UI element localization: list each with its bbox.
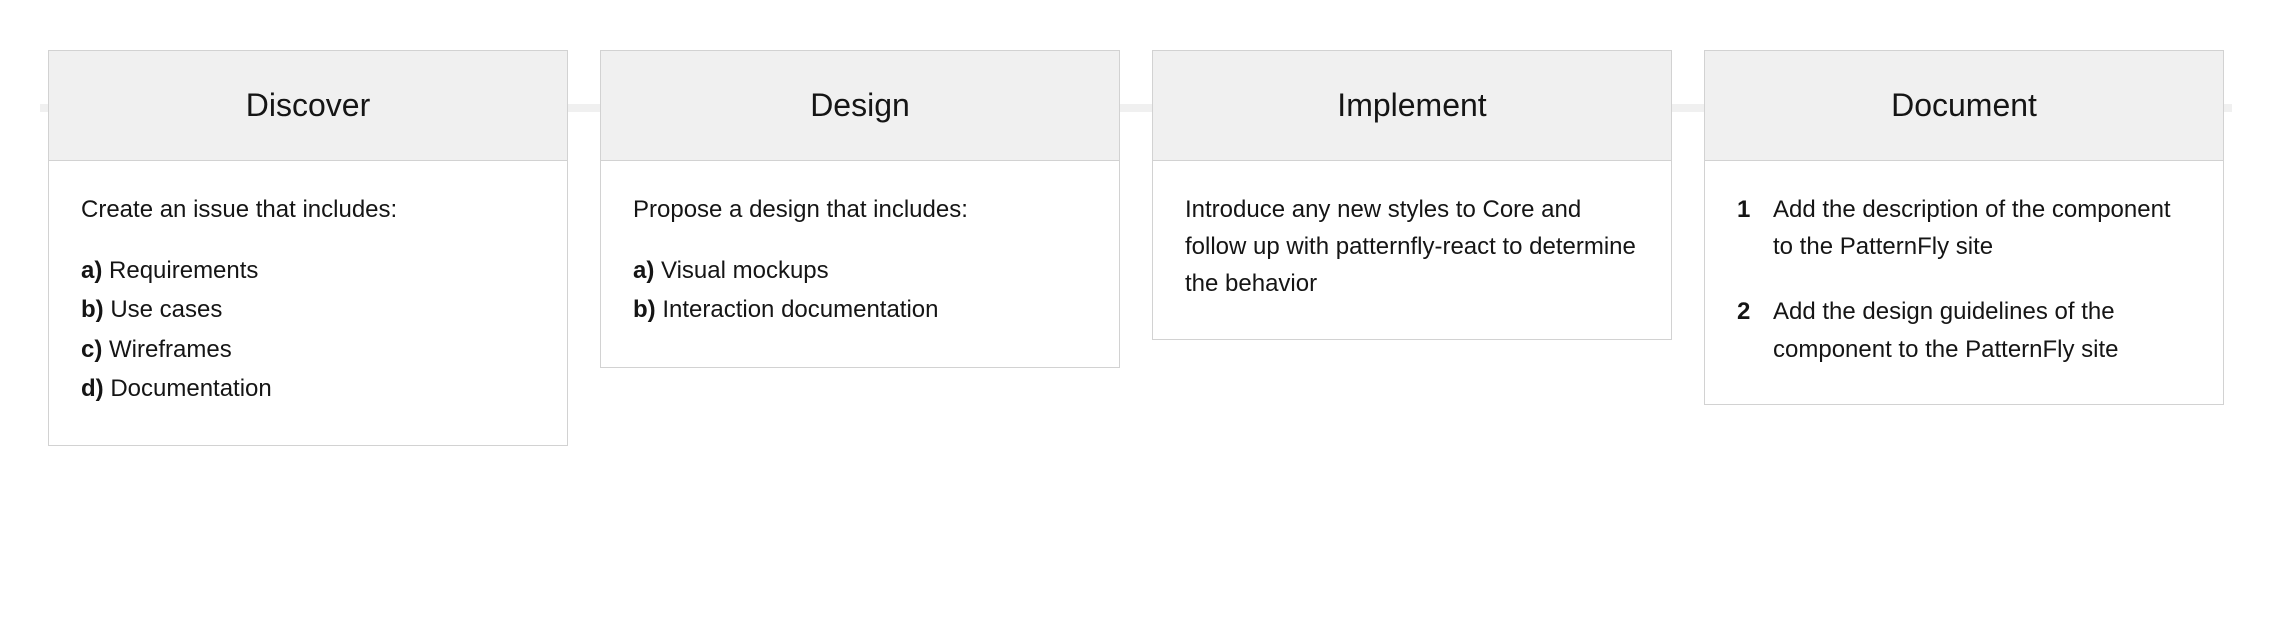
connector [568,104,600,112]
item-text: Wireframes [109,336,232,363]
step-title: Design [601,51,1119,161]
item-marker: a) [633,257,654,284]
step-item: a) Requirements [81,252,535,289]
step-item: c) Wireframes [81,331,535,368]
step-item-list: a) Requirements b) Use cases c) Wirefram… [81,252,535,407]
item-number: 1 [1737,191,1751,265]
step-card-implement: Implement Introduce any new styles to Co… [1152,50,1672,340]
step-item: b) Interaction documentation [633,291,1087,328]
item-text: Visual mockups [661,257,829,284]
step-row: Discover Create an issue that includes: … [40,50,2250,446]
numbered-list: 1 Add the description of the component t… [1737,191,2191,368]
step-title: Implement [1153,51,1671,161]
item-marker: b) [81,296,104,323]
step-body: Create an issue that includes: a) Requir… [49,161,567,445]
item-text: Add the description of the component to … [1773,191,2191,265]
step-item: b) Use cases [81,291,535,328]
step-item-list: a) Visual mockups b) Interaction documen… [633,252,1087,328]
item-text: Add the design guidelines of the compone… [1773,293,2191,367]
step-lead: Create an issue that includes: [81,191,535,228]
item-text: Use cases [110,296,222,323]
step-body: Introduce any new styles to Core and fol… [1153,161,1671,339]
step-card-document: Document 1 Add the description of the co… [1704,50,2224,405]
step-item: d) Documentation [81,370,535,407]
connector [1120,104,1152,112]
item-text: Interaction documentation [662,296,938,323]
process-diagram: Discover Create an issue that includes: … [0,0,2290,638]
item-text: Documentation [110,375,271,402]
connector-end [2224,104,2232,112]
step-card-discover: Discover Create an issue that includes: … [48,50,568,446]
connector-start [40,104,48,112]
step-title: Discover [49,51,567,161]
numbered-item: 1 Add the description of the component t… [1737,191,2191,265]
step-body: Propose a design that includes: a) Visua… [601,161,1119,367]
connector [1672,104,1704,112]
step-body: 1 Add the description of the component t… [1705,161,2223,404]
step-item: a) Visual mockups [633,252,1087,289]
item-marker: d) [81,375,104,402]
step-card-design: Design Propose a design that includes: a… [600,50,1120,368]
item-marker: c) [81,336,102,363]
item-marker: a) [81,257,102,284]
item-marker: b) [633,296,656,323]
step-title: Document [1705,51,2223,161]
step-paragraph: Introduce any new styles to Core and fol… [1185,191,1639,303]
numbered-item: 2 Add the design guidelines of the compo… [1737,293,2191,367]
step-lead: Propose a design that includes: [633,191,1087,228]
item-text: Requirements [109,257,258,284]
item-number: 2 [1737,293,1751,367]
